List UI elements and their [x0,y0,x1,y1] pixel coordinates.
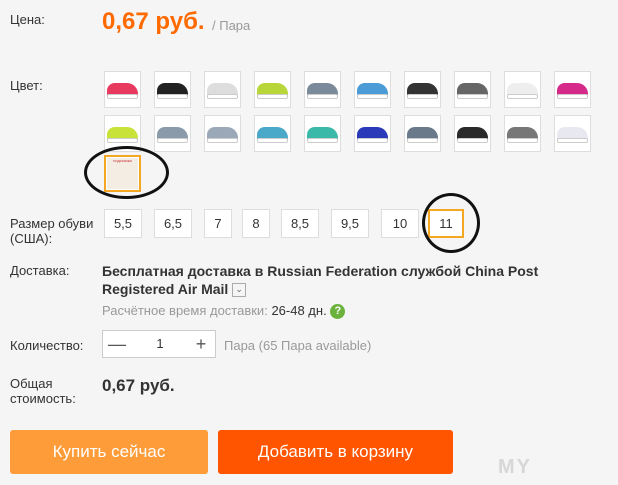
delivery-time-value: 26-48 дн. [271,303,327,318]
size-option[interactable]: 5,5 [104,209,142,238]
shoe-thumbnail-icon [207,126,238,143]
size-option[interactable]: 8 [242,209,270,238]
shoe-thumbnail-icon [557,82,588,99]
color-option[interactable] [354,115,391,152]
shoe-thumbnail-icon [357,126,388,143]
shoe-thumbnail-icon [507,82,538,99]
size-option[interactable]: 8,5 [281,209,319,238]
highlight-circle-size [422,193,480,253]
shoe-thumbnail-icon [107,126,138,143]
size-option[interactable]: 6,5 [154,209,192,238]
shoe-thumbnail-icon [157,82,188,99]
price-value: 0,67 руб. [102,8,205,35]
color-option[interactable] [504,71,541,108]
color-option[interactable] [454,71,491,108]
size-option[interactable]: 7 [204,209,232,238]
shoe-thumbnail-icon [207,82,238,99]
color-option[interactable] [154,115,191,152]
shoe-thumbnail-icon [507,126,538,143]
size-option[interactable]: 9,5 [331,209,369,238]
shoe-thumbnail-icon [257,82,288,99]
color-option[interactable] [354,71,391,108]
color-label: Цвет: [10,78,43,93]
shoe-thumbnail-icon [407,126,438,143]
color-option[interactable] [204,71,241,108]
color-option[interactable] [204,115,241,152]
add-to-cart-button[interactable]: Добавить в корзину [218,430,453,474]
color-option[interactable] [404,71,441,108]
quantity-note: Пара (65 Пара available) [224,338,372,353]
quantity-increase-button[interactable]: + [187,331,215,357]
shoe-thumbnail-icon [257,126,288,143]
buy-now-button[interactable]: Купить сейчас [10,430,208,474]
delivery-dropdown-icon[interactable]: ⌄ [232,283,247,298]
total-label: Общая стоимость: [10,376,76,406]
delivery-label: Доставка: [10,263,70,278]
shoe-thumbnail-icon [557,126,588,143]
delivery-mid: службой [401,263,462,279]
shoe-thumbnail-icon [307,82,338,99]
color-option[interactable] [104,71,141,108]
total-value: 0,67 руб. [102,376,175,395]
price-label: Цена: [10,12,45,27]
shoe-thumbnail-icon [457,82,488,99]
quantity-input[interactable]: 1 [131,331,189,357]
quantity-stepper: — 1 + [102,330,216,358]
highlight-circle-color [84,146,169,199]
shoe-thumbnail-icon [357,82,388,99]
size-option[interactable]: 10 [381,209,419,238]
delivery-prefix: Бесплатная доставка в [102,263,264,279]
shoe-thumbnail-icon [457,126,488,143]
color-option[interactable] [504,115,541,152]
color-option[interactable] [254,71,291,108]
color-option[interactable] [404,115,441,152]
color-option[interactable] [454,115,491,152]
delivery-time: Расчётное время доставки: 26-48 дн. ? [102,303,346,320]
delivery-time-label: Расчётное время доставки: [102,303,268,318]
color-option[interactable] [254,115,291,152]
delivery-country: Russian Federation [267,263,398,279]
shoe-thumbnail-icon [157,126,188,143]
quantity-decrease-button[interactable]: — [103,331,131,357]
price-unit: / Пара [212,18,251,33]
shoe-thumbnail-icon [407,82,438,99]
watermark: MY [498,456,532,478]
delivery-info: Бесплатная доставка в Russian Federation… [102,262,614,298]
size-label: Размер обуви (США): [10,216,94,246]
color-option[interactable] [554,115,591,152]
help-icon[interactable]: ? [330,304,346,320]
color-option[interactable] [304,71,341,108]
shoe-thumbnail-icon [107,82,138,99]
shoe-thumbnail-icon [307,126,338,143]
color-option[interactable] [304,115,341,152]
color-option[interactable] [154,71,191,108]
color-option[interactable] [554,71,591,108]
quantity-label: Количество: [10,338,84,353]
